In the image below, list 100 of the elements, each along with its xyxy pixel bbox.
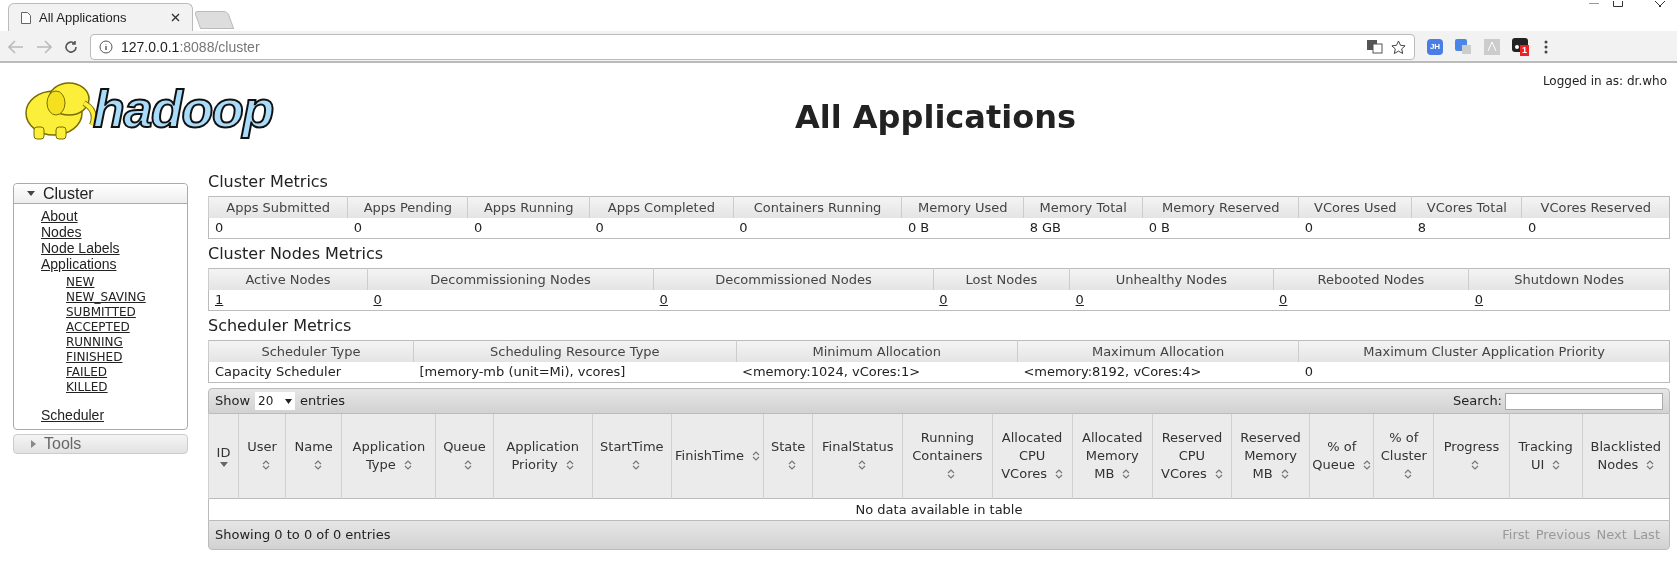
sidebar-link[interactable]: Scheduler — [41, 407, 105, 423]
column-header: Decommissioning Nodes — [367, 268, 654, 290]
sidebar-sublink[interactable]: RUNNING — [66, 335, 123, 350]
table-cell: 0 — [733, 217, 902, 239]
url-text: 127.0.0.1:8088/cluster — [121, 37, 261, 57]
table-link[interactable]: 0 — [933, 289, 1070, 311]
column-header[interactable]: StartTime — [592, 414, 672, 498]
column-header[interactable]: Allocated Memory MB — [1072, 414, 1153, 498]
column-header[interactable]: FinishTime — [671, 414, 764, 498]
table-link[interactable]: 0 — [1069, 289, 1274, 311]
column-header: Apps Pending — [347, 196, 468, 218]
column-header: Minimum Allocation — [736, 340, 1018, 362]
column-header: VCores Total — [1411, 196, 1522, 218]
table-link[interactable]: 0 — [1273, 289, 1469, 311]
column-header[interactable]: User — [238, 414, 286, 498]
column-header[interactable]: Application Priority — [493, 414, 593, 498]
column-header[interactable]: FinalStatus — [812, 414, 903, 498]
caret-right-icon — [31, 440, 36, 448]
caret-down-icon — [27, 191, 35, 196]
table-cell: <memory:8192, vCores:4> — [1017, 361, 1299, 383]
column-header[interactable]: Queue — [435, 414, 494, 498]
entries-label: entries — [300, 392, 346, 411]
login-status: Logged in as: dr.who — [1542, 73, 1667, 90]
table-cell: 0 — [467, 217, 590, 239]
column-header[interactable]: Tracking UI — [1509, 414, 1583, 498]
table-link[interactable]: 1 — [208, 289, 368, 311]
column-header[interactable]: Allocated CPU VCores — [992, 414, 1073, 498]
reload-icon[interactable] — [64, 40, 78, 54]
table-cell: <memory:1024, vCores:1> — [736, 361, 1018, 383]
sidebar-link[interactable]: Applications — [41, 256, 117, 272]
column-header: Containers Running — [733, 196, 902, 218]
column-header[interactable]: Blacklisted Nodes — [1582, 414, 1670, 498]
column-header[interactable]: Progress — [1433, 414, 1510, 498]
sidebar-sublink[interactable]: FAILED — [66, 365, 108, 380]
column-header[interactable]: State — [763, 414, 813, 498]
column-header[interactable]: Name — [285, 414, 342, 498]
search-field[interactable] — [1505, 392, 1663, 410]
notification-badge: 1 — [1520, 45, 1529, 56]
sidebar-section-header[interactable]: Tools — [13, 434, 188, 454]
sidebar-sublink[interactable]: KILLED — [66, 380, 108, 395]
column-header: Active Nodes — [208, 268, 368, 290]
sidebar-sublink[interactable]: SUBMITTED — [66, 305, 136, 320]
show-label: Show — [215, 392, 251, 411]
close-window-icon[interactable] — [1655, 1, 1665, 7]
info-icon — [99, 40, 113, 54]
sidebar-sublink[interactable]: FINISHED — [66, 350, 123, 365]
sidebar-link[interactable]: About — [41, 208, 78, 224]
section-title: Cluster Metrics — [208, 171, 329, 193]
sidebar-link[interactable]: Node Labels — [41, 240, 120, 256]
column-header[interactable]: % of Queue — [1309, 414, 1374, 498]
column-header: Memory Used — [901, 196, 1024, 218]
table-link[interactable]: 0 — [1468, 289, 1670, 311]
table-cell: 0 — [1298, 217, 1412, 239]
column-header[interactable]: Application Type — [341, 414, 436, 498]
table-cell: Capacity Scheduler — [208, 361, 414, 383]
section-title: Scheduler Metrics — [208, 315, 353, 337]
sidebar-section-header[interactable]: Cluster — [14, 184, 187, 204]
table-link[interactable]: 0 — [367, 289, 654, 311]
table-cell: 0 — [208, 217, 348, 239]
table-cell: 0 B — [1142, 217, 1299, 239]
column-header: Apps Submitted — [208, 196, 348, 218]
address-bar[interactable]: 127.0.0.1:8088/cluster — [90, 34, 1415, 60]
menu-icon[interactable] — [1544, 40, 1548, 54]
column-header[interactable]: ID — [208, 414, 239, 498]
extension-button[interactable]: JH — [1427, 39, 1443, 55]
column-header: VCores Used — [1298, 196, 1412, 218]
column-header: Memory Reserved — [1142, 196, 1299, 218]
column-header[interactable]: % of Cluster — [1373, 414, 1434, 498]
column-header[interactable]: Reserved CPU VCores — [1152, 414, 1232, 498]
table-cell: 0 — [589, 217, 734, 239]
sidebar-sublink[interactable]: NEW_SAVING — [66, 290, 146, 305]
browser-tab[interactable]: All Applications — [8, 3, 193, 31]
minimize-icon[interactable] — [1589, 3, 1599, 5]
column-header[interactable]: Reserved Memory MB — [1231, 414, 1310, 498]
page-icon — [21, 11, 31, 24]
section-title: Cluster Nodes Metrics — [208, 243, 385, 265]
sidebar-sublink[interactable]: ACCEPTED — [66, 320, 130, 335]
maximize-icon[interactable] — [1613, 1, 1623, 7]
sidebar-link[interactable]: Nodes — [41, 224, 82, 240]
column-header: VCores Reserved — [1521, 196, 1670, 218]
column-header: Maximum Cluster Application Priority — [1298, 340, 1670, 362]
table-cell: 0 B — [901, 217, 1024, 239]
column-header: Apps Completed — [589, 196, 734, 218]
sidebar-sublink[interactable]: NEW — [66, 275, 95, 290]
dropdown-caret-icon — [285, 398, 293, 404]
page-size-select[interactable]: 20 — [255, 392, 296, 410]
table-link[interactable]: 0 — [653, 289, 934, 311]
column-header: Rebooted Nodes — [1273, 268, 1469, 290]
column-header: Lost Nodes — [933, 268, 1070, 290]
column-header: Decommissioned Nodes — [653, 268, 934, 290]
close-icon[interactable] — [171, 13, 180, 22]
table-cell: 0 — [1521, 217, 1670, 239]
search-label: Search: — [1452, 392, 1502, 411]
column-header: Memory Total — [1023, 196, 1143, 218]
star-icon[interactable] — [1391, 40, 1406, 54]
column-header[interactable]: Running Containers — [902, 414, 993, 498]
page-title: All Applications — [794, 97, 1077, 138]
table-cell: 0 — [1298, 361, 1670, 383]
table-info: Showing 0 to 0 of 0 entries — [215, 526, 392, 545]
column-header: Maximum Allocation — [1017, 340, 1299, 362]
